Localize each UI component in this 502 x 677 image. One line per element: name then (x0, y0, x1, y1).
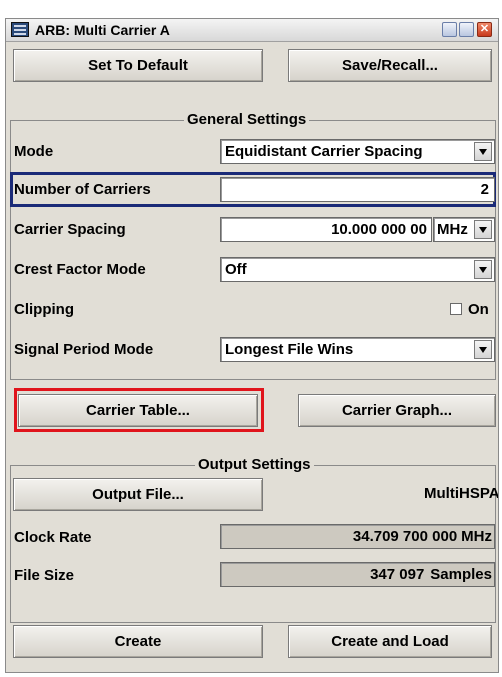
chevron-down-icon[interactable] (474, 220, 492, 239)
clipping-label: Clipping (14, 301, 74, 318)
file-size-unit: Samples (430, 566, 492, 583)
clock-rate-unit: MHz (461, 528, 492, 545)
number-of-carriers-label: Number of Carriers (14, 181, 151, 198)
mode-label: Mode (14, 143, 54, 160)
create-button[interactable]: Create (13, 625, 263, 658)
crest-factor-mode-value: Off (225, 261, 247, 278)
carrier-spacing-unit-select[interactable]: MHz (433, 217, 495, 242)
mode-value: Equidistant Carrier Spacing (225, 143, 423, 160)
title-bar: ARB: Multi Carrier A ✕ (6, 19, 498, 42)
chevron-down-icon[interactable] (474, 260, 492, 279)
carrier-spacing-unit: MHz (437, 221, 468, 238)
app-icon (11, 22, 29, 37)
file-size-field: 347 097 Samples (220, 562, 495, 587)
carrier-spacing-value: 10.000 000 00 (331, 221, 427, 238)
signal-period-mode-value: Longest File Wins (225, 341, 354, 358)
create-and-load-button[interactable]: Create and Load (288, 625, 492, 658)
carrier-spacing-input[interactable]: 10.000 000 00 (220, 217, 432, 242)
output-settings-title: Output Settings (195, 456, 314, 473)
clipping-on-label: On (468, 301, 489, 318)
maximize-icon[interactable] (459, 22, 474, 37)
chevron-down-icon[interactable] (474, 142, 492, 161)
carrier-graph-button[interactable]: Carrier Graph... (298, 394, 496, 427)
output-file-button[interactable]: Output File... (13, 478, 263, 511)
arb-multi-carrier-window: ARB: Multi Carrier A ✕ Set To Default Sa… (5, 18, 499, 673)
carrier-spacing-label: Carrier Spacing (14, 221, 126, 238)
file-size-value: 347 097 (370, 566, 425, 583)
window-title: ARB: Multi Carrier A (35, 22, 170, 38)
crest-factor-mode-select[interactable]: Off (220, 257, 495, 282)
carrier-table-highlight (14, 388, 264, 432)
signal-period-mode-select[interactable]: Longest File Wins (220, 337, 495, 362)
set-to-default-button[interactable]: Set To Default (13, 49, 263, 82)
number-of-carriers-input[interactable]: 2 (220, 177, 495, 202)
output-file-name: MultiHSPA (424, 485, 499, 502)
minimize-icon[interactable] (442, 22, 457, 37)
signal-period-mode-label: Signal Period Mode (14, 341, 154, 358)
mode-select[interactable]: Equidistant Carrier Spacing (220, 139, 495, 164)
chevron-down-icon[interactable] (474, 340, 492, 359)
general-settings-title: General Settings (184, 111, 310, 128)
clock-rate-value: 34.709 700 000 (352, 528, 458, 545)
clock-rate-field: 34.709 700 000 MHz (220, 524, 495, 549)
close-icon[interactable]: ✕ (477, 22, 492, 37)
clipping-checkbox[interactable] (450, 303, 462, 315)
number-of-carriers-value: 2 (480, 181, 489, 198)
save-recall-button[interactable]: Save/Recall... (288, 49, 492, 82)
clock-rate-label: Clock Rate (14, 529, 92, 546)
crest-factor-mode-label: Crest Factor Mode (14, 261, 146, 278)
file-size-label: File Size (14, 567, 75, 584)
